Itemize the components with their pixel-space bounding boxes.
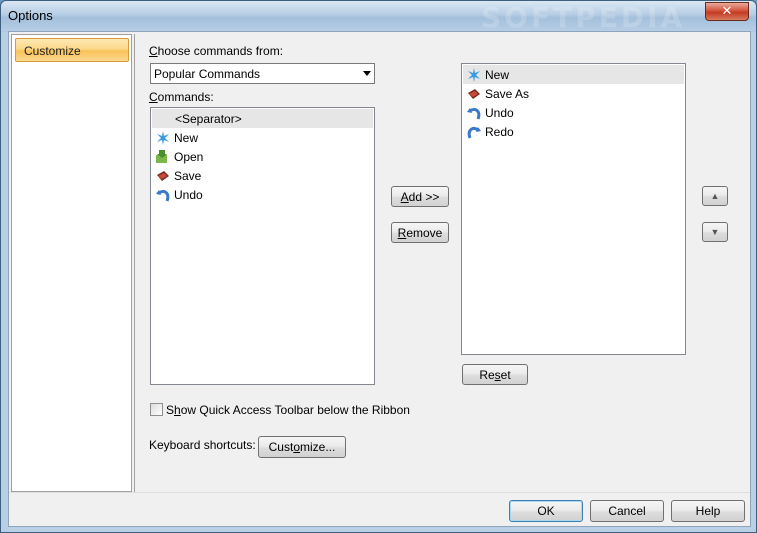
choose-commands-label-text: hoose commands from: <box>157 44 284 58</box>
redo-icon <box>465 123 482 140</box>
customize-shortcuts-label: Customize... <box>268 440 336 454</box>
save-icon <box>154 167 171 184</box>
commands-list[interactable]: <Separator> New Open Save Undo <box>150 107 375 385</box>
watermark-text: SOFTPEDIA <box>481 1 686 34</box>
toolbar-item-redo[interactable]: Redo <box>463 122 684 141</box>
help-button[interactable]: Help <box>671 500 745 522</box>
undo-icon <box>465 104 482 121</box>
open-icon <box>154 148 171 165</box>
list-item-save[interactable]: Save <box>152 166 373 185</box>
toolbar-item-label: Redo <box>485 124 514 139</box>
nav-item-label: Customize <box>24 44 81 58</box>
options-dialog: SOFTPEDIA Options ✕ Customize Choose com… <box>0 0 757 533</box>
help-button-label: Help <box>695 504 721 518</box>
keyboard-shortcuts-label: Keyboard shortcuts: <box>149 438 256 452</box>
toolbar-item-undo[interactable]: Undo <box>463 103 684 122</box>
list-item-label: New <box>174 130 199 145</box>
quick-access-toolbar-list[interactable]: New Save As Undo Redo <box>461 63 686 355</box>
title-bar[interactable]: SOFTPEDIA Options ✕ <box>1 1 756 34</box>
reset-button-label: Reset <box>479 367 511 382</box>
toolbar-item-new[interactable]: New <box>463 65 684 84</box>
ok-button-label: OK <box>537 504 555 518</box>
show-below-ribbon-label-mnemonic: h <box>174 403 181 417</box>
show-below-ribbon-checkbox[interactable] <box>150 403 163 416</box>
nav-item-customize[interactable]: Customize <box>15 38 129 62</box>
window-title: Options <box>8 8 53 23</box>
cancel-button-label: Cancel <box>608 504 646 518</box>
cancel-button[interactable]: Cancel <box>590 500 664 522</box>
list-item-new[interactable]: New <box>152 128 373 147</box>
toolbar-item-label: New <box>485 67 510 82</box>
customize-shortcuts-button[interactable]: Customize... <box>258 436 346 458</box>
arrow-down-icon: ▼ <box>710 227 720 237</box>
show-below-ribbon-label-first: S <box>166 403 175 417</box>
ok-button[interactable]: OK <box>509 500 583 522</box>
add-button-label: Add >> <box>400 189 440 204</box>
save-as-icon <box>465 85 482 102</box>
undo-icon <box>154 186 171 203</box>
show-below-ribbon-label[interactable]: Show Quick Access Toolbar below the Ribb… <box>166 403 410 417</box>
list-item-undo[interactable]: Undo <box>152 185 373 204</box>
move-down-button[interactable]: ▼ <box>702 222 728 242</box>
close-icon: ✕ <box>721 4 733 19</box>
list-item-label: Save <box>174 168 202 183</box>
dialog-client-area: Customize Choose commands from: Popular … <box>8 31 751 527</box>
customize-panel: Choose commands from: Popular Commands C… <box>134 34 748 492</box>
add-button[interactable]: Add >> <box>391 186 449 207</box>
remove-button-label: Remove <box>397 225 443 240</box>
new-icon <box>465 66 482 83</box>
choose-commands-label-mnemonic: C <box>149 44 158 58</box>
commands-list-label-mnemonic: C <box>149 90 158 104</box>
remove-button[interactable]: Remove <box>391 222 449 243</box>
commands-source-dropdown[interactable]: Popular Commands <box>150 63 375 84</box>
toolbar-item-save-as[interactable]: Save As <box>463 84 684 103</box>
commands-list-label: Commands: <box>149 90 214 104</box>
toolbar-item-label: Save As <box>485 86 530 101</box>
commands-source-value: Popular Commands <box>154 67 261 81</box>
commands-list-label-text: ommands: <box>157 90 214 104</box>
list-item-label: <Separator> <box>175 111 242 126</box>
list-item-open[interactable]: Open <box>152 147 373 166</box>
show-below-ribbon-label-rest: ow Quick Access Toolbar below the Ribbon <box>180 403 410 417</box>
arrow-up-icon: ▲ <box>710 191 720 201</box>
category-nav: Customize <box>11 34 132 492</box>
list-item-label: Undo <box>174 187 203 202</box>
chevron-down-icon <box>363 71 371 76</box>
dialog-button-bar: OK Cancel Help <box>9 492 750 526</box>
toolbar-item-label: Undo <box>485 105 514 120</box>
reset-button[interactable]: Reset <box>462 364 528 385</box>
list-item-separator[interactable]: <Separator> <box>152 109 373 128</box>
new-icon <box>154 129 171 146</box>
close-button[interactable]: ✕ <box>705 2 749 21</box>
choose-commands-label: Choose commands from: <box>149 44 283 58</box>
move-up-button[interactable]: ▲ <box>702 186 728 206</box>
list-item-label: Open <box>174 149 204 164</box>
